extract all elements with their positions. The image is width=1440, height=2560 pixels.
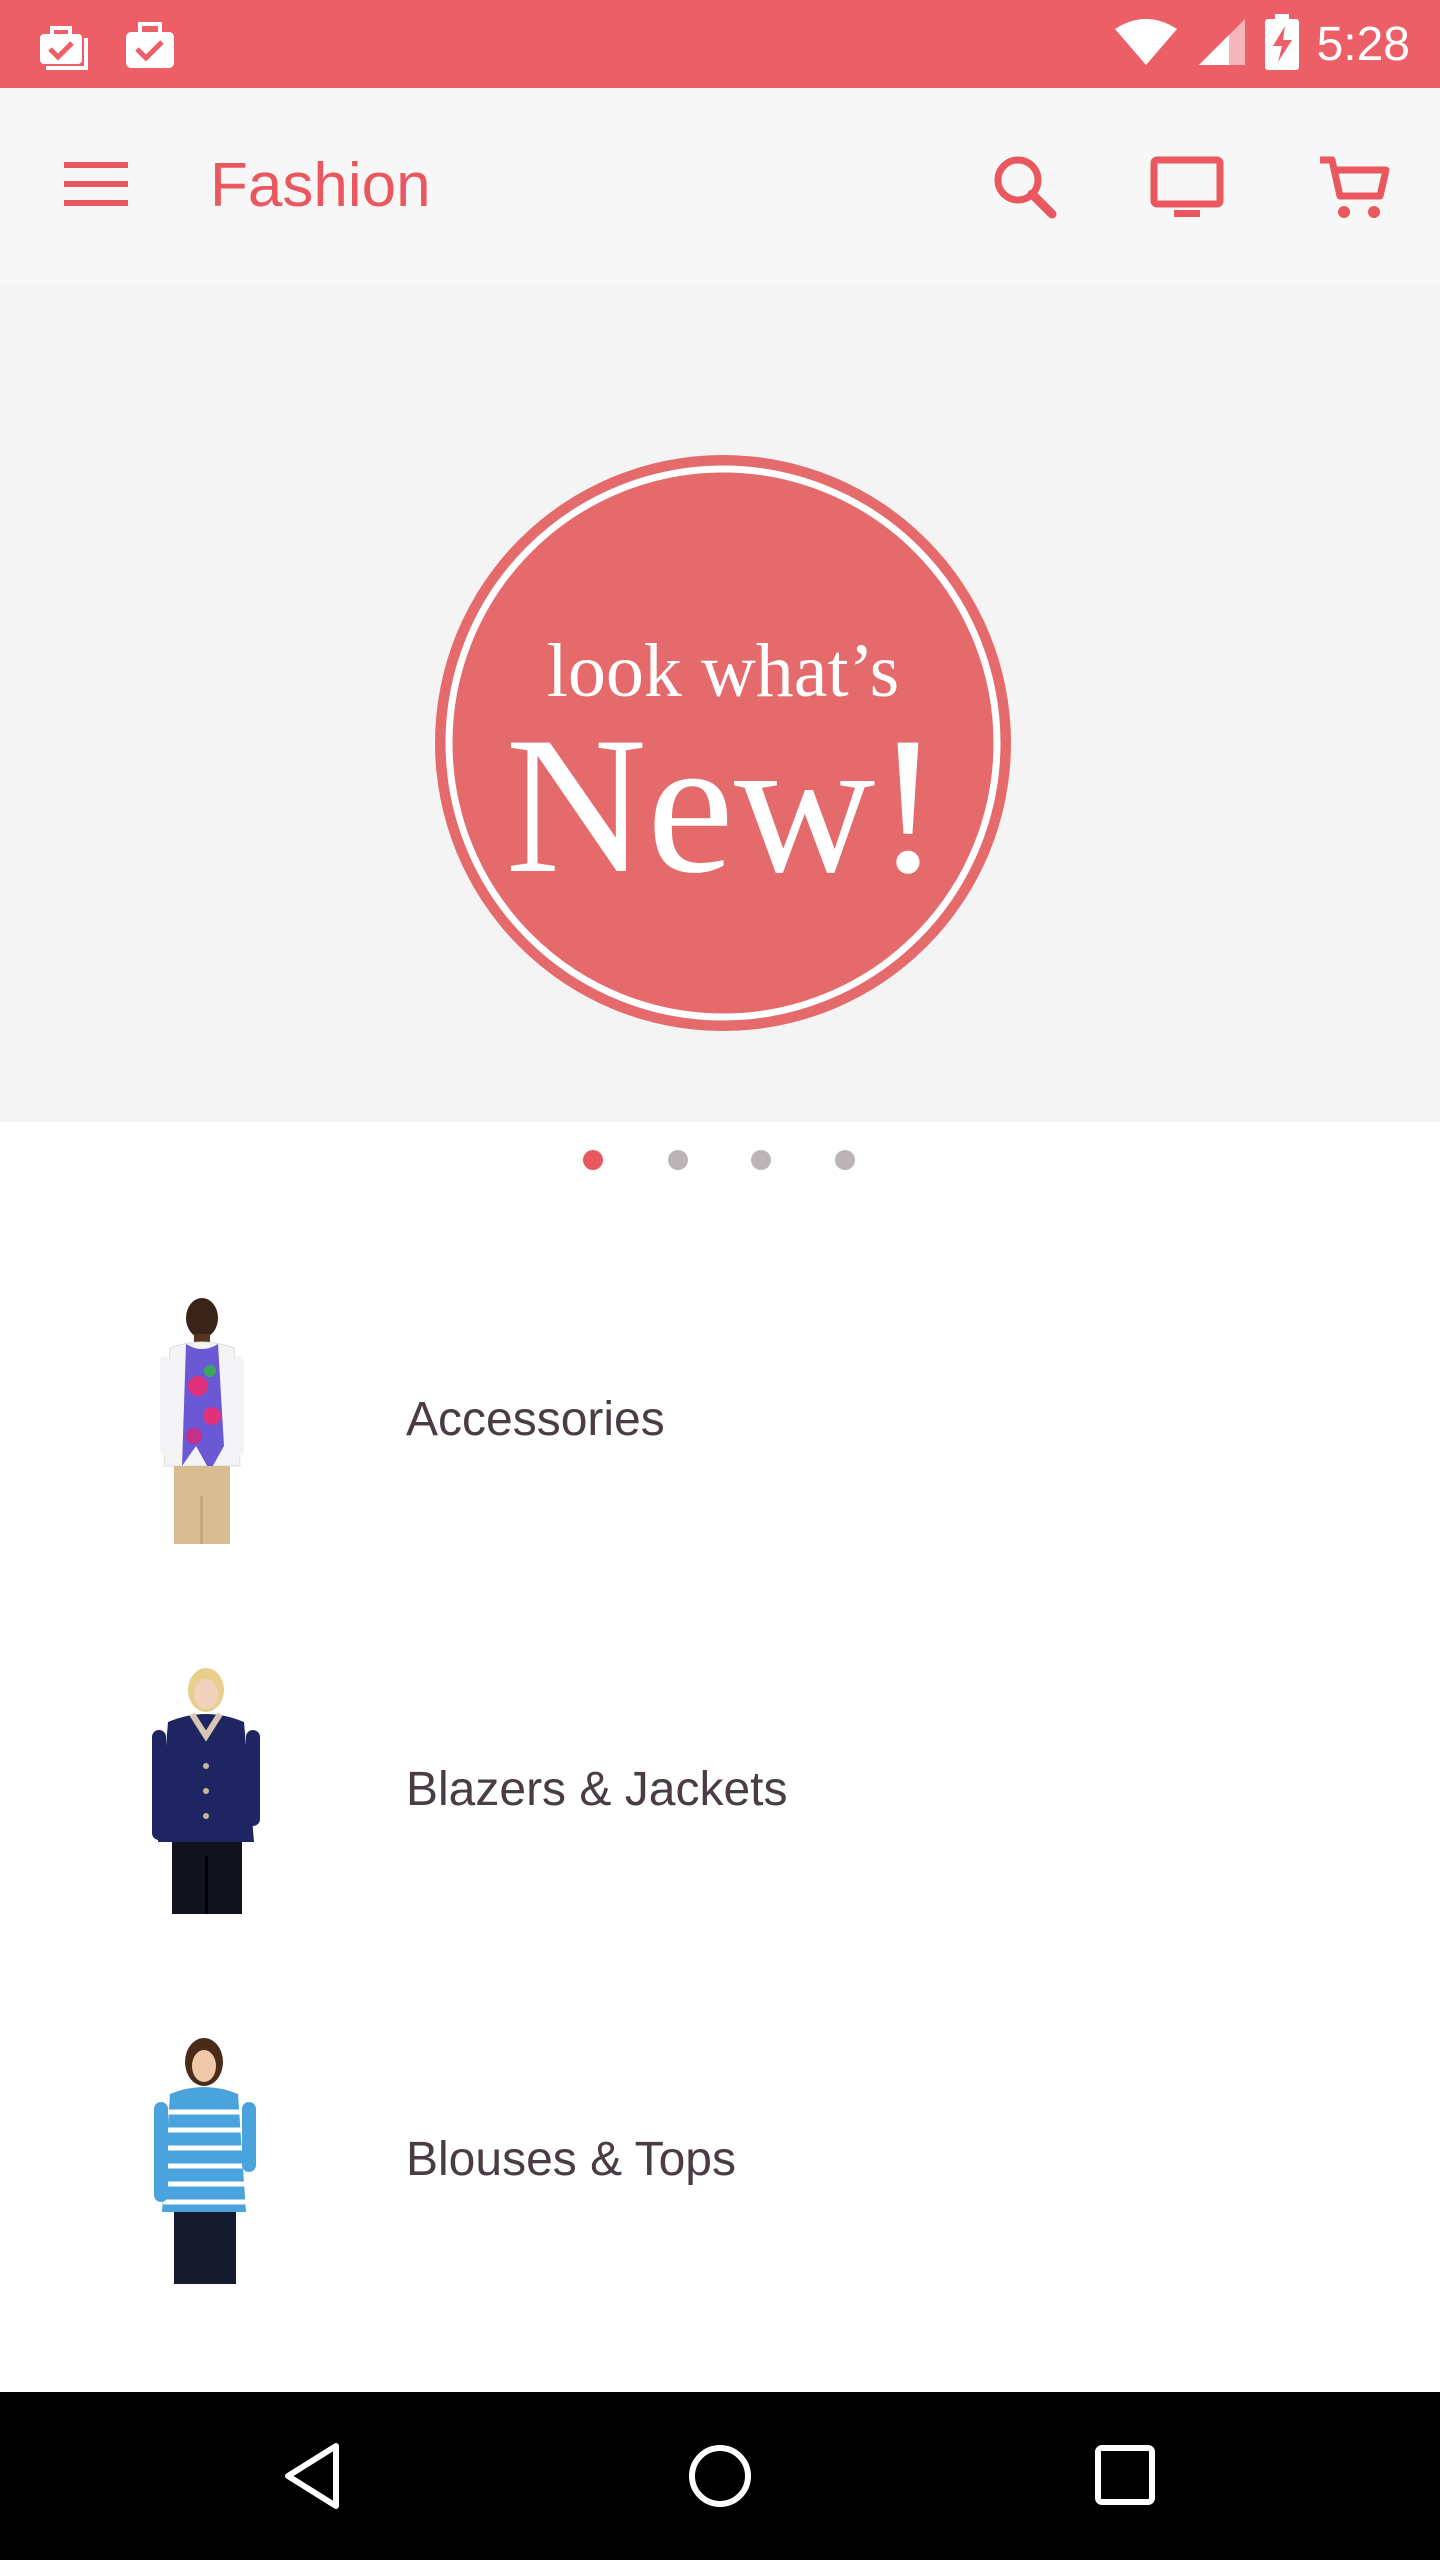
page-title: Fashion <box>210 151 431 220</box>
search-icon[interactable] <box>986 148 1064 226</box>
hero-banner[interactable]: look what’s New! <box>0 284 1440 1122</box>
menu-icon[interactable] <box>60 156 132 212</box>
recents-icon[interactable] <box>1086 2436 1166 2516</box>
carousel-dot[interactable] <box>835 1150 855 1170</box>
category-label: Blouses & Tops <box>406 2133 736 2186</box>
battery-charging-icon <box>1264 13 1299 75</box>
briefcase-check-stack-icon <box>36 16 92 77</box>
tv-icon[interactable] <box>1148 148 1226 226</box>
category-label: Blazers & Jackets <box>406 1763 788 1816</box>
badge-text-line2: New! <box>505 697 941 914</box>
system-nav-bar <box>0 2392 1440 2560</box>
category-list: Accessories Blazers & Jackets Blouses & … <box>0 1236 1440 2346</box>
carousel-dot[interactable] <box>668 1150 688 1170</box>
blouses-tops-thumbnail <box>130 2036 280 2286</box>
category-item-accessories[interactable]: Accessories <box>0 1236 1440 1606</box>
category-item-blazers-jackets[interactable]: Blazers & Jackets <box>0 1606 1440 1976</box>
cart-icon[interactable] <box>1316 148 1394 226</box>
accessories-thumbnail <box>130 1296 280 1546</box>
status-bar: 5:28 <box>0 0 1440 88</box>
wifi-icon <box>1113 17 1179 72</box>
cell-signal-icon <box>1197 17 1247 72</box>
home-icon[interactable] <box>680 2436 760 2516</box>
blazers-jackets-thumbnail <box>130 1666 280 1916</box>
carousel-dot[interactable] <box>751 1150 771 1170</box>
briefcase-check-icon <box>122 16 178 77</box>
status-time: 5:28 <box>1316 17 1410 71</box>
carousel-dot-active[interactable] <box>583 1150 603 1170</box>
new-arrivals-badge: look what’s New! <box>432 452 1014 1034</box>
category-item-blouses-tops[interactable]: Blouses & Tops <box>0 1976 1440 2346</box>
app-bar: Fashion <box>0 88 1440 284</box>
back-icon[interactable] <box>276 2436 356 2516</box>
carousel-indicator <box>0 1150 1440 1178</box>
category-label: Accessories <box>406 1393 665 1446</box>
